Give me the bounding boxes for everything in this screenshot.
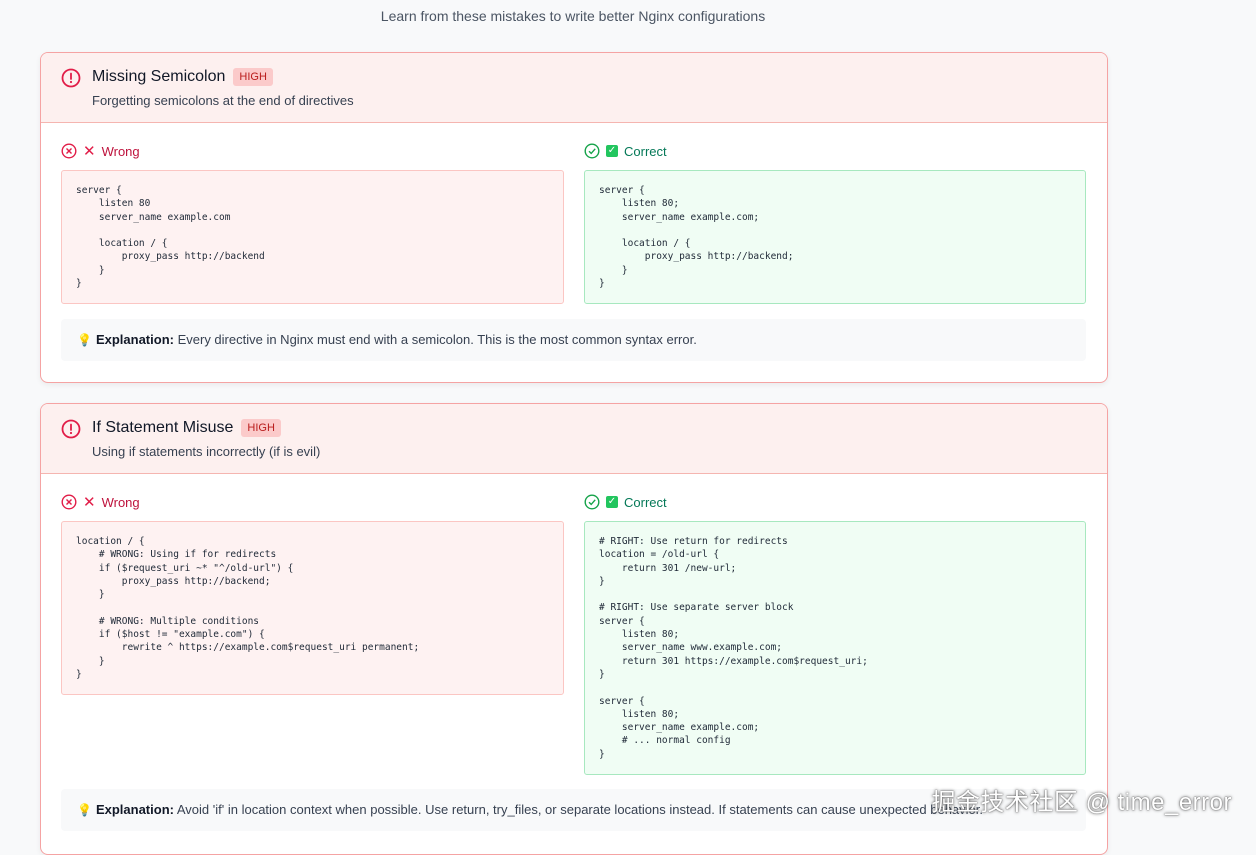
explanation-label: Explanation: [95, 332, 174, 347]
correct-heading: ✓ Correct [584, 143, 667, 159]
lightbulb-icon: 💡 [77, 803, 92, 817]
explanation-label: Explanation: [95, 802, 174, 817]
mistake-card-missing-semicolon: Missing Semicolon HIGH Forgetting semico… [40, 52, 1108, 383]
alert-circle-icon [61, 68, 81, 88]
wrong-label: Wrong [101, 494, 140, 510]
x-circle-icon [61, 494, 77, 510]
x-mark-icon: ✕ [83, 493, 96, 511]
correct-heading: ✓ Correct [584, 494, 667, 510]
correct-code-block: # RIGHT: Use return for redirects locati… [584, 521, 1086, 775]
card-description: Forgetting semicolons at the end of dire… [92, 93, 354, 108]
correct-label: Correct [624, 143, 667, 159]
lightbulb-icon: 💡 [77, 333, 92, 347]
wrong-code-block: location / { # WRONG: Using if for redir… [61, 521, 564, 695]
check-circle-icon [584, 494, 600, 510]
correct-label: Correct [624, 494, 667, 510]
severity-badge: HIGH [241, 419, 281, 437]
card-title: Missing Semicolon [92, 68, 226, 85]
wrong-code-block: server { listen 80 server_name example.c… [61, 170, 564, 304]
page-subtitle: Learn from these mistakes to write bette… [380, 8, 766, 24]
explanation-text: Every directive in Nginx must end with a… [177, 332, 697, 347]
x-mark-icon: ✕ [83, 142, 96, 160]
card-description: Using if statements incorrectly (if is e… [92, 444, 321, 459]
wrong-heading: ✕ Wrong [61, 494, 140, 510]
x-circle-icon [61, 143, 77, 159]
card-body: ✕ Wrong ✓ Correct server { listen 80 ser… [41, 123, 1107, 382]
card-header: Missing Semicolon HIGH Forgetting semico… [41, 53, 1107, 123]
explanation-box: 💡 Explanation: Every directive in Nginx m… [61, 319, 1086, 361]
severity-badge: HIGH [233, 68, 273, 86]
card-title: If Statement Misuse [92, 419, 234, 436]
watermark: 掘金技术社区 @ time_error [931, 789, 1232, 816]
wrong-heading: ✕ Wrong [61, 143, 140, 159]
correct-code-block: server { listen 80; server_name example.… [584, 170, 1086, 304]
checkbox-icon: ✓ [606, 145, 618, 157]
check-circle-icon [584, 143, 600, 159]
wrong-label: Wrong [101, 143, 140, 159]
card-header: If Statement Misuse HIGH Using if statem… [41, 404, 1107, 474]
checkbox-icon: ✓ [606, 496, 618, 508]
explanation-text: Avoid 'if' in location context when poss… [176, 802, 983, 817]
alert-circle-icon [61, 419, 81, 439]
